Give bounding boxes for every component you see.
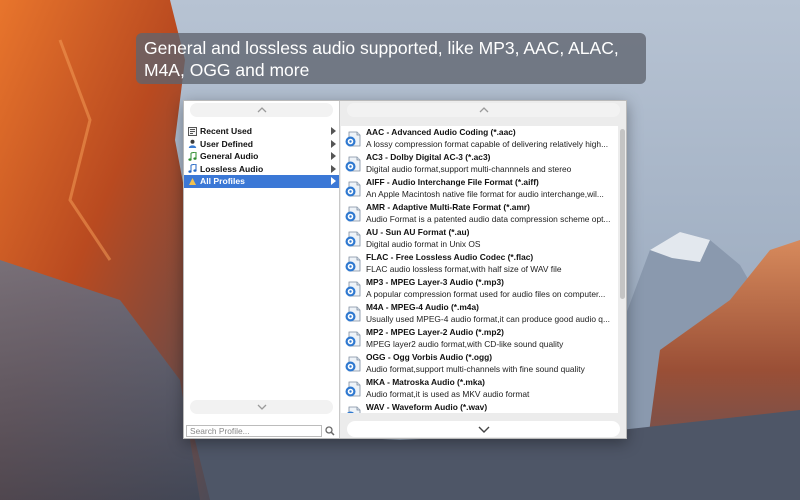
audio-file-icon — [345, 331, 362, 348]
format-title: AU - Sun AU Format (*.au) — [366, 227, 470, 237]
audio-file-icon — [345, 406, 362, 413]
profiles-icon — [187, 176, 197, 186]
music-note-icon — [187, 151, 197, 161]
chevron-right-icon — [331, 177, 336, 185]
chevron-up-icon — [257, 107, 266, 113]
format-title: FLAC - Free Lossless Audio Codec (*.flac… — [366, 252, 534, 262]
format-item[interactable]: MKA - Matroska Audio (*.mka) Audio format… — [341, 376, 618, 401]
format-title: AAC - Advanced Audio Coding (*.aac) — [366, 127, 516, 137]
format-description: Audio Format is a patented audio data co… — [366, 214, 611, 224]
chevron-down-icon — [257, 404, 266, 410]
audio-file-icon — [345, 231, 362, 248]
category-general-audio[interactable]: General Audio — [184, 150, 339, 163]
audio-file-icon — [345, 156, 362, 173]
category-all-profiles[interactable]: All Profiles — [184, 175, 339, 188]
caption-text: General and lossless audio supported, li… — [144, 38, 619, 80]
user-icon — [187, 139, 197, 149]
category-lossless-audio[interactable]: Lossless Audio — [184, 163, 339, 176]
format-title: AC3 - Dolby Digital AC-3 (*.ac3) — [366, 152, 491, 162]
audio-file-icon — [345, 381, 362, 398]
category-label: Recent Used — [200, 126, 253, 137]
category-recent-used[interactable]: Recent Used — [184, 125, 339, 138]
format-description: Audio format,support multi-channels with… — [366, 364, 585, 374]
format-title: WAV - Waveform Audio (*.wav) — [366, 402, 488, 412]
format-description: Digital audio format in Unix OS — [366, 239, 481, 249]
audio-file-icon — [345, 306, 362, 323]
audio-file-icon — [345, 356, 362, 373]
category-scroll-down-button[interactable] — [190, 400, 333, 414]
format-description: A lossy compression format capable of de… — [366, 139, 609, 149]
audio-file-icon — [345, 281, 362, 298]
format-description: Usually used MPEG-4 audio format,it can … — [366, 314, 610, 324]
format-item[interactable]: AU - Sun AU Format (*.au) Digital audio f… — [341, 226, 618, 251]
music-note-icon — [187, 164, 197, 174]
audio-file-icon — [345, 181, 362, 198]
format-item[interactable]: AIFF - Audio Interchange File Format (*.… — [341, 176, 618, 201]
chevron-right-icon — [331, 164, 336, 173]
format-description: FLAC audio lossless format,with half siz… — [366, 264, 562, 274]
category-user-defined[interactable]: User Defined — [184, 138, 339, 151]
format-item[interactable]: M4A - MPEG-4 Audio (*.m4a) Usually used M… — [341, 301, 618, 326]
format-title: AIFF - Audio Interchange File Format (*.… — [366, 177, 539, 187]
format-description: MPEG layer2 audio format,with CD-like so… — [366, 339, 564, 349]
chevron-down-icon — [478, 426, 489, 433]
format-title: MP2 - MPEG Layer-2 Audio (*.mp2) — [366, 327, 504, 337]
format-description: An Apple Macintosh native file format fo… — [366, 189, 604, 199]
category-label: Lossless Audio — [200, 163, 264, 174]
category-label: All Profiles — [200, 176, 245, 187]
category-list: Recent Used User Defined General Audio L… — [184, 125, 339, 188]
format-item[interactable]: MP3 - MPEG Layer-3 Audio (*.mp3) A popula… — [341, 276, 618, 301]
category-label: General Audio — [200, 151, 259, 162]
format-pane: AAC - Advanced Audio Coding (*.aac) A los… — [341, 101, 626, 438]
chevron-right-icon — [331, 139, 336, 148]
search-profile-input[interactable] — [186, 424, 322, 437]
format-title: OGG - Ogg Vorbis Audio (*.ogg) — [366, 352, 493, 362]
format-item[interactable]: AC3 - Dolby Digital AC-3 (*.ac3) Digital … — [341, 151, 618, 176]
audio-file-icon — [345, 131, 362, 148]
format-item[interactable]: WAV - Waveform Audio (*.wav) — [341, 401, 618, 413]
chevron-right-icon — [331, 152, 336, 160]
format-title: AMR - Adaptive Multi-Rate Format (*.amr) — [366, 202, 530, 212]
format-scroll-up-button[interactable] — [347, 103, 620, 117]
chevron-up-icon — [479, 107, 488, 113]
audio-file-icon — [345, 256, 362, 273]
format-title: MKA - Matroska Audio (*.mka) — [366, 377, 485, 387]
format-list: AAC - Advanced Audio Coding (*.aac) A los… — [341, 126, 618, 413]
recent-icon — [187, 126, 197, 136]
audio-file-icon — [345, 206, 362, 223]
format-item[interactable]: AAC - Advanced Audio Coding (*.aac) A los… — [341, 126, 618, 151]
format-scroll-down-button[interactable] — [347, 421, 620, 437]
format-description: Digital audio format,support multi-chann… — [366, 164, 572, 174]
category-pane: Recent Used User Defined General Audio L… — [184, 101, 340, 438]
format-item[interactable]: MP2 - MPEG Layer-2 Audio (*.mp2) MPEG lay… — [341, 326, 618, 351]
format-description: Audio format,it is used as MKV audio for… — [366, 389, 530, 399]
profile-selector-dialog: Recent Used User Defined General Audio L… — [183, 100, 627, 439]
format-title: MP3 - MPEG Layer-3 Audio (*.mp3) — [366, 277, 504, 287]
chevron-right-icon — [331, 127, 336, 135]
format-title: M4A - MPEG-4 Audio (*.m4a) — [366, 302, 479, 312]
format-item[interactable]: FLAC - Free Lossless Audio Codec (*.flac… — [341, 251, 618, 276]
category-scroll-up-button[interactable] — [190, 103, 333, 117]
format-description: A popular compression format used for au… — [366, 289, 606, 299]
format-list-scrollbar[interactable] — [620, 129, 625, 299]
format-item[interactable]: OGG - Ogg Vorbis Audio (*.ogg) Audio form… — [341, 351, 618, 376]
search-bar — [186, 424, 336, 437]
search-icon[interactable] — [323, 425, 336, 437]
feature-caption: General and lossless audio supported, li… — [136, 33, 646, 84]
category-label: User Defined — [200, 138, 254, 149]
format-item[interactable]: AMR - Adaptive Multi-Rate Format (*.amr)… — [341, 201, 618, 226]
